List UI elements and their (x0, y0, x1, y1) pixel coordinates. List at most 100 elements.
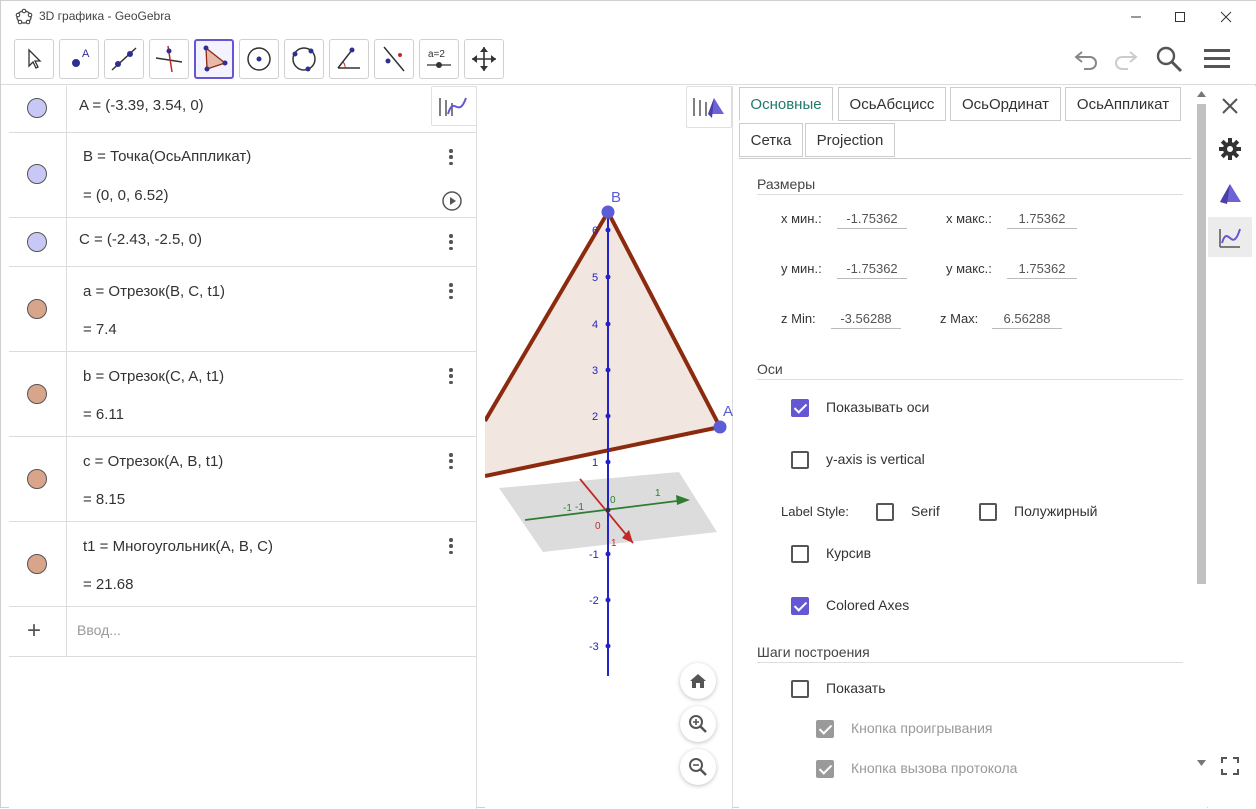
global-settings-button[interactable] (1210, 129, 1250, 169)
search-button[interactable] (1149, 39, 1189, 79)
undo-button[interactable] (1067, 39, 1107, 79)
algebra-value: = 6.11 (83, 406, 125, 423)
svg-text:0: 0 (595, 521, 601, 532)
play-button-checkbox[interactable] (816, 720, 834, 738)
main-menu-button[interactable] (1197, 39, 1237, 79)
graphics-canvas[interactable]: 6 5 4 3 2 1 -1 -2 -3 -1 -1 0 1 0 1 B A (485, 86, 733, 809)
redo-icon (1115, 51, 1138, 70)
plus-icon[interactable]: + (27, 617, 41, 645)
more-options-icon[interactable] (443, 451, 459, 471)
more-options-icon[interactable] (443, 232, 459, 252)
move-view-icon (472, 47, 496, 71)
tool-move-graphics[interactable] (464, 39, 504, 79)
tab-projection[interactable]: Projection (805, 123, 895, 157)
visibility-toggle[interactable] (27, 98, 47, 118)
tool-point[interactable]: A (59, 39, 99, 79)
algebra-definition[interactable]: b = Отрезок(C, A, t1) (83, 368, 224, 385)
visibility-toggle[interactable] (27, 299, 47, 319)
algebra-item-t1[interactable]: t1 = Многоугольник(A, B, C) = 21.68 (9, 522, 477, 607)
show-construction-checkbox[interactable] (791, 680, 809, 698)
tool-perpendicular[interactable] (149, 39, 189, 79)
settings-scrollbar[interactable] (1195, 86, 1207, 809)
fullscreen-button[interactable] (1210, 746, 1250, 786)
graphics-3d-view[interactable]: 6 5 4 3 2 1 -1 -2 -3 -1 -1 0 1 0 1 B A (485, 86, 733, 809)
algebra-item-B[interactable]: B = Точка(ОсьАппликат) = (0, 0, 6.52) (9, 133, 477, 218)
visibility-toggle[interactable] (27, 554, 47, 574)
tool-circle[interactable] (239, 39, 279, 79)
tab-z-axis[interactable]: ОсьАппликат (1065, 87, 1181, 121)
point-A[interactable] (713, 420, 727, 434)
visibility-toggle[interactable] (27, 232, 47, 252)
colored-axes-checkbox[interactable] (791, 597, 809, 615)
scroll-down-icon[interactable] (1197, 759, 1206, 767)
redo-button[interactable] (1105, 39, 1145, 79)
scroll-up-icon[interactable] (1197, 90, 1206, 98)
tool-angle[interactable] (329, 39, 369, 79)
tool-move[interactable] (14, 39, 54, 79)
tool-line[interactable] (104, 39, 144, 79)
algebra-definition[interactable]: t1 = Многоугольник(A, B, C) (83, 538, 273, 555)
play-icon[interactable] (441, 190, 463, 212)
scrollbar-thumb[interactable] (1197, 104, 1206, 584)
tab-y-axis[interactable]: ОсьОрдинат (950, 87, 1061, 121)
polygon-t1[interactable] (485, 212, 720, 477)
y-max-field[interactable]: 1.75362 (1007, 261, 1077, 279)
algebra-item-A[interactable]: A = (-3.39, 3.54, 0) (9, 86, 477, 133)
function-curve-icon (1219, 228, 1241, 248)
visibility-toggle[interactable] (27, 164, 47, 184)
visibility-toggle[interactable] (27, 469, 47, 489)
algebra-item-a[interactable]: a = Отрезок(B, C, t1) = 7.4 (9, 267, 477, 352)
svg-text:2: 2 (592, 411, 598, 423)
protocol-button-checkbox[interactable] (816, 760, 834, 778)
italic-checkbox[interactable] (791, 545, 809, 563)
home-view-button[interactable] (680, 663, 716, 699)
algebra-item-b[interactable]: b = Отрезок(C, A, t1) = 6.11 (9, 352, 477, 437)
point-B[interactable] (601, 205, 615, 219)
z-min-field[interactable]: -3.56288 (831, 311, 901, 329)
algebra-definition[interactable]: C = (-2.43, -2.5, 0) (79, 231, 202, 248)
y-vertical-checkbox[interactable] (791, 451, 809, 469)
zoom-in-button[interactable] (680, 706, 716, 742)
tool-polygon[interactable] (194, 39, 234, 79)
close-window-button[interactable] (1203, 1, 1249, 33)
more-options-icon[interactable] (443, 281, 459, 301)
algebra-settings-button[interactable] (1208, 217, 1252, 257)
algebra-style-button[interactable] (431, 86, 477, 126)
algebra-item-C[interactable]: C = (-2.43, -2.5, 0) (9, 218, 477, 267)
close-settings-button[interactable] (1210, 86, 1250, 126)
graphics-3d-settings-button[interactable] (1210, 174, 1250, 214)
tool-reflect[interactable] (374, 39, 414, 79)
circle-center-icon (247, 47, 271, 71)
y-min-label: y мин.: (781, 261, 822, 276)
tool-slider[interactable]: a=2 (419, 39, 459, 79)
zoom-out-button[interactable] (680, 749, 716, 785)
algebra-input[interactable]: Ввод... (77, 622, 121, 638)
algebra-definition[interactable]: a = Отрезок(B, C, t1) (83, 283, 225, 300)
tab-x-axis[interactable]: ОсьАбсцисс (838, 87, 946, 121)
maximize-button[interactable] (1157, 1, 1203, 33)
tab-grid[interactable]: Сетка (739, 123, 803, 157)
visibility-toggle[interactable] (27, 384, 47, 404)
algebra-definition[interactable]: B = Точка(ОсьАппликат) (83, 148, 251, 165)
graphics-style-button[interactable] (686, 86, 732, 128)
section-axes: Оси (757, 361, 783, 377)
tab-basic[interactable]: Основные (739, 87, 833, 121)
serif-checkbox[interactable] (876, 503, 894, 521)
algebra-input-row[interactable]: + Ввод... (9, 607, 477, 657)
algebra-item-c[interactable]: c = Отрезок(A, B, t1) = 8.15 (9, 437, 477, 522)
algebra-definition[interactable]: A = (-3.39, 3.54, 0) (79, 97, 204, 114)
more-options-icon[interactable] (443, 366, 459, 386)
x-min-field[interactable]: -1.75362 (837, 211, 907, 229)
more-options-icon[interactable] (443, 536, 459, 556)
algebra-definition[interactable]: c = Отрезок(A, B, t1) (83, 453, 223, 470)
tool-circle-three-points[interactable] (284, 39, 324, 79)
z-max-field[interactable]: 6.56288 (992, 311, 1062, 329)
x-max-field[interactable]: 1.75362 (1007, 211, 1077, 229)
more-options-icon[interactable] (443, 147, 459, 167)
minimize-button[interactable] (1113, 1, 1159, 33)
show-axes-checkbox[interactable] (791, 399, 809, 417)
y-min-field[interactable]: -1.75362 (837, 261, 907, 279)
search-icon (1156, 46, 1183, 73)
function-graph-icon (439, 97, 467, 116)
bold-checkbox[interactable] (979, 503, 997, 521)
